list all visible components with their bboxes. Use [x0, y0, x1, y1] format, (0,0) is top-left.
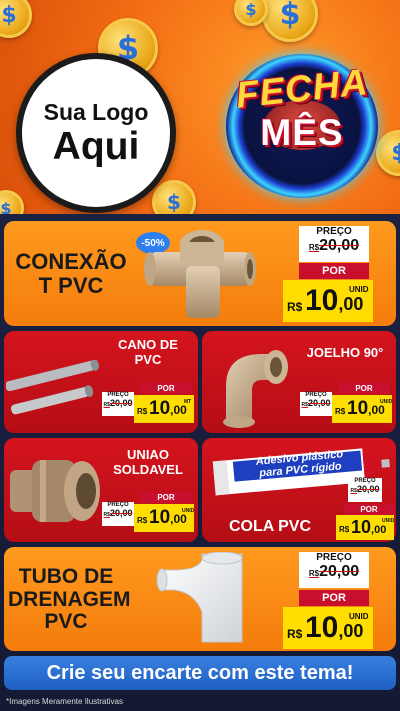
price-box: R$ 10,00 MT [134, 395, 194, 423]
old-price-box: PREÇO R$20,00 [300, 392, 332, 416]
old-price-box: PREÇO R$20,00 [102, 392, 134, 416]
unit-label: UNID [349, 285, 369, 294]
price-box: R$ 10,00 UNID [134, 504, 194, 532]
campaign-title-line2: MÊS [260, 112, 344, 153]
price-box: R$ 10,00 UNID [336, 515, 394, 540]
por-label: POR [299, 590, 369, 606]
elbow-fitting-image [223, 350, 288, 428]
product-name: CONEXÃO T PVC [15, 249, 127, 298]
disclaimer-text: *Imagens Meramente Ilustrativas [6, 697, 123, 706]
old-price-box: PREÇO R$20,00 [348, 478, 382, 502]
union-fitting-image [10, 460, 100, 522]
por-label: POR [140, 383, 192, 394]
currency: R$ [287, 300, 303, 314]
old-price-box: PREÇO R$20,00 [102, 502, 134, 526]
product-name: JOELHO 90° [306, 345, 384, 360]
old-price-box: PREÇO R$20,00 [299, 552, 369, 588]
price-box: R$ 10,00 UNID [332, 395, 392, 423]
preco-label: PREÇO [316, 226, 352, 237]
product-name: COLA PVC [228, 518, 312, 535]
logo-placeholder: Sua Logo Aqui [16, 53, 176, 213]
coin-icon: $ [0, 190, 24, 214]
old-price: R$20,00 [308, 237, 360, 254]
logo-line1: Sua Logo [43, 98, 149, 125]
cta-banner[interactable]: Crie seu encarte com este tema! [4, 656, 396, 690]
coin-icon: $ [262, 0, 318, 42]
por-label: POR [338, 383, 390, 394]
por-label: POR [140, 492, 192, 503]
price-box: R$ 10,00 UNID [283, 280, 373, 322]
product-name: UNIAO SOLDAVEL [113, 447, 183, 477]
header-banner: $ $ $ $ $ $ $ Sua Logo Aqui FECHA MÊS [0, 0, 400, 214]
por-label: POR [299, 263, 369, 279]
product-name: TUBO DE DRENAGEM PVC [8, 565, 131, 634]
logo-line2: Aqui [52, 124, 140, 168]
por-label: POR [344, 504, 394, 515]
old-price-box: PREÇO R$20,00 [299, 226, 369, 262]
coin-icon: $ [0, 0, 32, 38]
pipe-image [6, 360, 99, 415]
product-name: CANO DE PVC [118, 337, 178, 367]
tee-fitting-image [144, 230, 256, 318]
flyer-page: $ $ $ $ $ $ $ Sua Logo Aqui FECHA MÊS CO… [0, 0, 400, 711]
drain-tee-image [156, 552, 243, 643]
campaign-badge: FECHA MÊS [212, 52, 392, 202]
coin-icon: $ [152, 180, 196, 214]
price-box: R$ 10,00 UNID [283, 607, 373, 649]
